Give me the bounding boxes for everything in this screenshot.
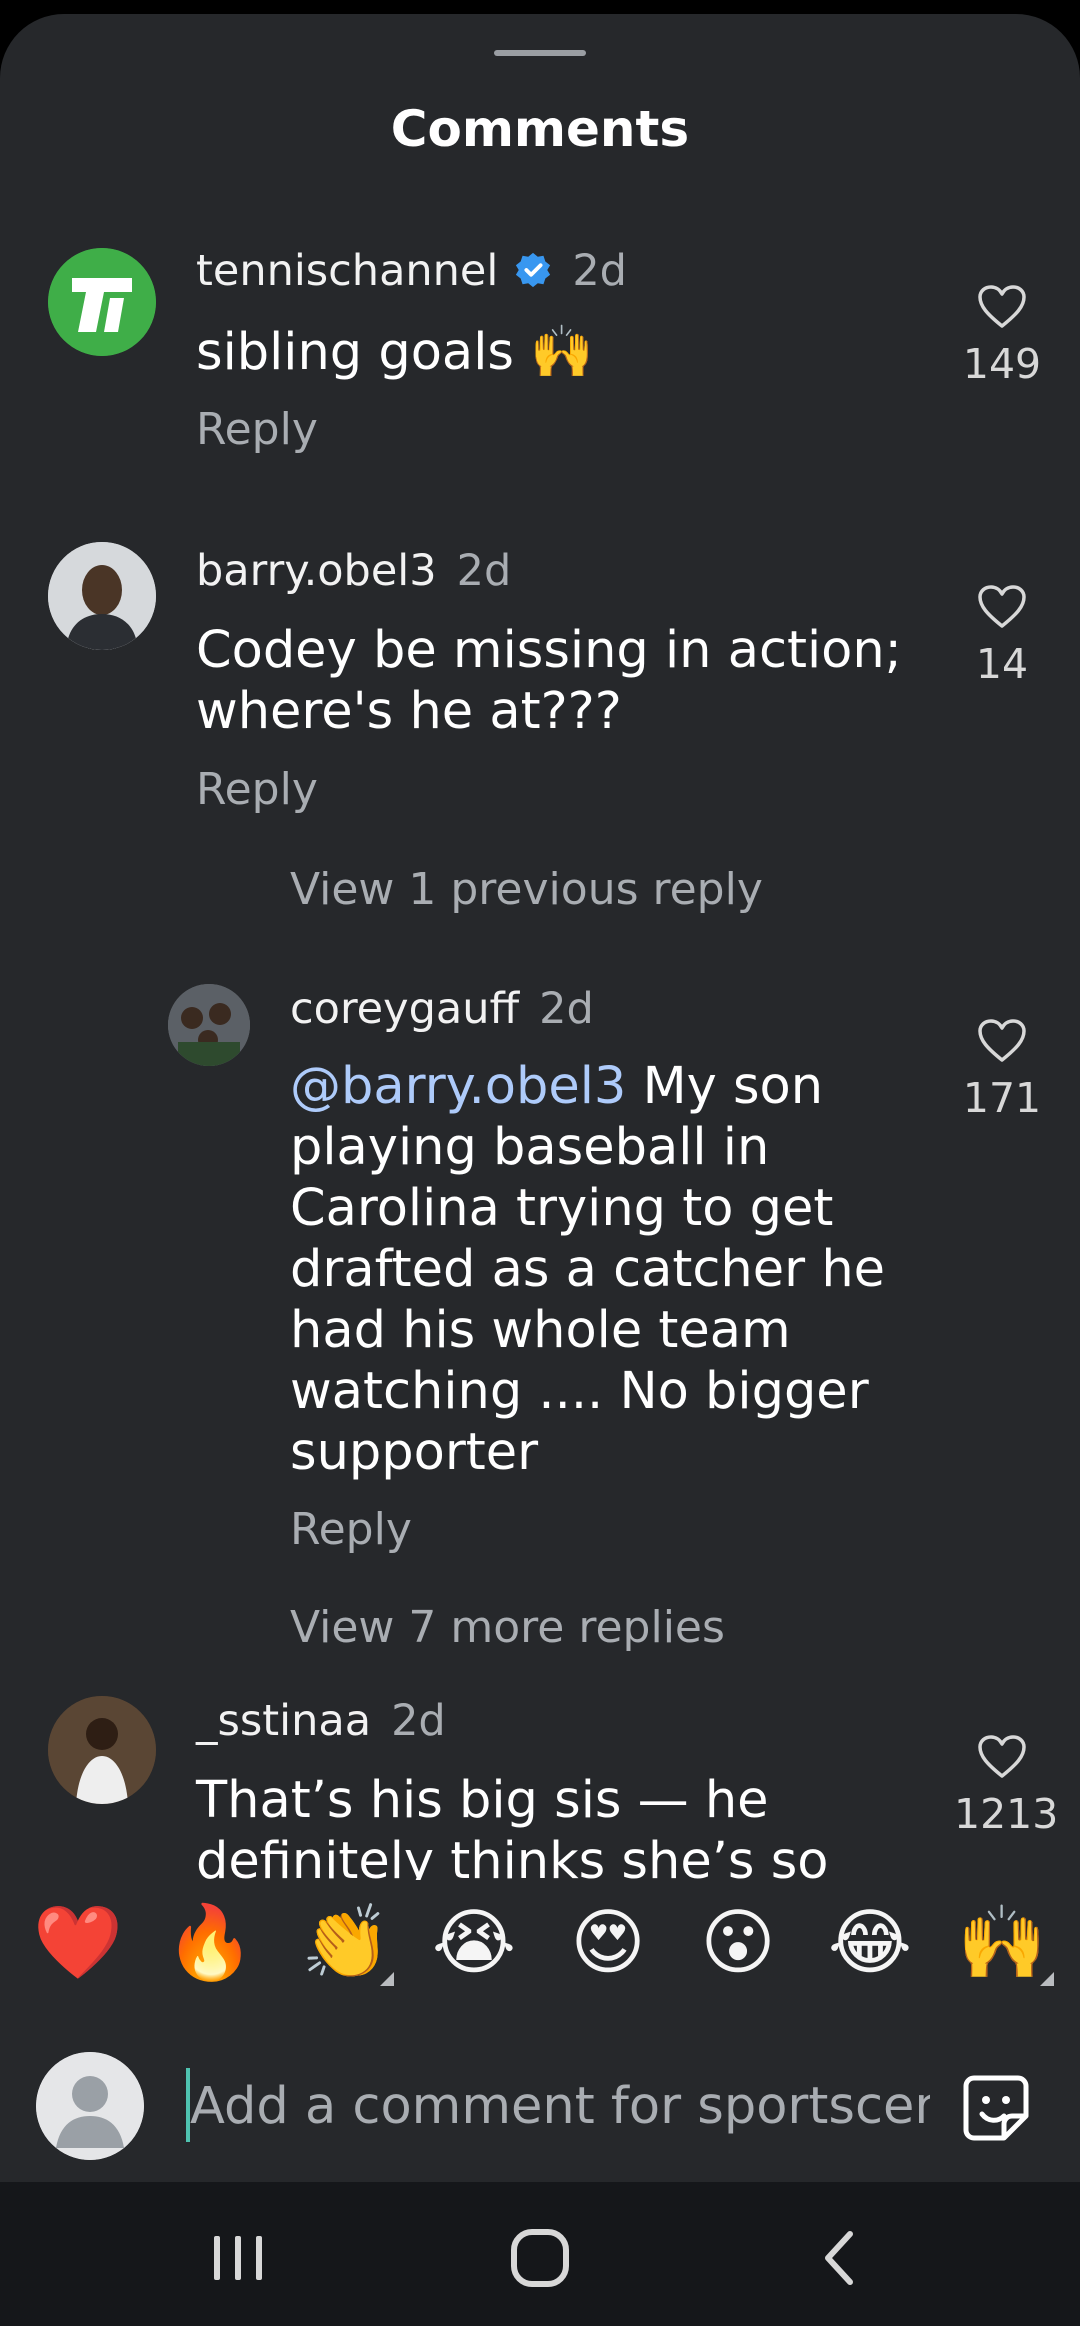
sticker-icon (963, 2075, 1029, 2141)
emoji-reaction-bar: ❤️ 🔥 👏 😭 😍 😮 😂 🙌 (0, 1880, 1080, 2010)
like-button[interactable]: 1213 (954, 1734, 1059, 1838)
comment-text: @barry.obel3 My son playing baseball in … (290, 1056, 885, 1483)
comment-text-line: That’s his big sis — he (196, 1771, 769, 1830)
like-count: 1213 (954, 1790, 1059, 1838)
comment-username[interactable]: coreygauff (290, 984, 519, 1034)
emoji-laughing-button[interactable]: 😂 (820, 1892, 920, 1992)
comment-text-line: definitely thinks she’s so (196, 1832, 829, 1880)
comment-text-line: where's he at??? (196, 682, 622, 741)
heart-outline-icon (978, 285, 1026, 328)
recent-apps-button[interactable] (198, 2218, 278, 2298)
emoji-crying-button[interactable]: 😭 (424, 1892, 524, 1992)
drag-handle[interactable] (494, 50, 586, 56)
sticker-button[interactable] (960, 2072, 1032, 2144)
avatar-photo (168, 984, 250, 1066)
comment-text: sibling goals 🙌 (196, 323, 594, 382)
comment-text-line: watching .... No bigger (290, 1362, 869, 1421)
tennis-channel-logo (48, 248, 156, 356)
comment-time: 2d (572, 246, 627, 296)
comment-composer (0, 2024, 1080, 2182)
comment-meta: barry.obel3 2d (196, 546, 511, 596)
comment-text-line: My son (626, 1057, 824, 1116)
sheet-title: Comments (390, 100, 690, 158)
like-button[interactable]: 171 (954, 1018, 1050, 1122)
comments-sheet: Comments tennischannel 2d sibling goals 🙌… (0, 14, 1080, 2182)
comment-meta: tennischannel 2d (196, 246, 627, 296)
default-avatar-icon (36, 2052, 144, 2160)
view-previous-replies[interactable]: View 1 previous reply (290, 864, 763, 915)
like-button[interactable]: 14 (954, 584, 1050, 688)
comment-text-line: Carolina trying to get (290, 1179, 834, 1238)
system-navigation-bar (0, 2182, 1080, 2326)
like-count: 171 (962, 1074, 1042, 1122)
comment-time: 2d (391, 1696, 446, 1746)
comment-text-line: playing baseball in (290, 1118, 770, 1177)
comment-meta: _sstinaa 2d (196, 1696, 446, 1746)
current-user-avatar (36, 2052, 144, 2160)
emoji-raised-hands-button[interactable]: 🙌 (952, 1892, 1052, 1992)
emoji-heart-eyes-button[interactable]: 😍 (558, 1892, 658, 1992)
comment-text: That’s his big sis — he definitely think… (196, 1770, 828, 1880)
comment-text-line: drafted as a catcher he (290, 1240, 886, 1299)
comment-username[interactable]: barry.obel3 (196, 546, 437, 596)
comment-text: Codey be missing in action; where's he a… (196, 620, 902, 742)
reply-button[interactable]: Reply (196, 764, 318, 815)
verified-badge-icon (516, 252, 551, 288)
avatar-coreygauff[interactable] (168, 984, 250, 1066)
avatar-photo (48, 1696, 156, 1804)
recent-apps-icon (214, 2236, 262, 2280)
reply-button[interactable]: Reply (290, 1504, 412, 1555)
comment-input[interactable] (190, 2064, 930, 2148)
emoji-fire-button[interactable]: 🔥 (160, 1892, 260, 1992)
like-count: 14 (975, 640, 1029, 688)
comment-text-line: supporter (290, 1423, 539, 1482)
avatar-sstinaa[interactable] (48, 1696, 156, 1804)
comment-time: 2d (456, 546, 512, 596)
emoji-skin-tone-indicator (380, 1972, 394, 1986)
heart-outline-icon (978, 585, 1026, 628)
view-more-replies[interactable]: View 7 more replies (290, 1602, 725, 1653)
home-button[interactable] (500, 2218, 580, 2298)
avatar-photo (48, 542, 156, 650)
heart-outline-icon (978, 1019, 1026, 1062)
comment-list[interactable]: tennischannel 2d sibling goals 🙌 Reply 14… (0, 224, 1080, 1880)
avatar-tennischannel[interactable] (48, 248, 156, 356)
reply-button[interactable]: Reply (196, 404, 318, 455)
like-button[interactable]: 149 (954, 284, 1050, 388)
comment-time: 2d (539, 984, 594, 1034)
back-button[interactable] (800, 2218, 880, 2298)
comment-meta: coreygauff 2d (290, 984, 594, 1034)
emoji-skin-tone-indicator (1040, 1972, 1054, 1986)
comment-username[interactable]: tennischannel (196, 246, 498, 296)
comment-username[interactable]: _sstinaa (196, 1696, 371, 1746)
avatar-barry-obel3[interactable] (48, 542, 156, 650)
home-icon (511, 2229, 569, 2287)
heart-outline-icon (978, 1735, 1026, 1778)
emoji-surprised-button[interactable]: 😮 (688, 1892, 788, 1992)
comment-text-line: had his whole team (290, 1301, 791, 1360)
back-icon (825, 2231, 853, 2285)
status-bar (0, 0, 1080, 14)
mention-link[interactable]: @barry.obel3 (290, 1057, 626, 1116)
like-count: 149 (962, 340, 1042, 388)
emoji-heart-button[interactable]: ❤️ (28, 1892, 128, 1992)
comment-text-line: Codey be missing in action; (196, 621, 902, 680)
